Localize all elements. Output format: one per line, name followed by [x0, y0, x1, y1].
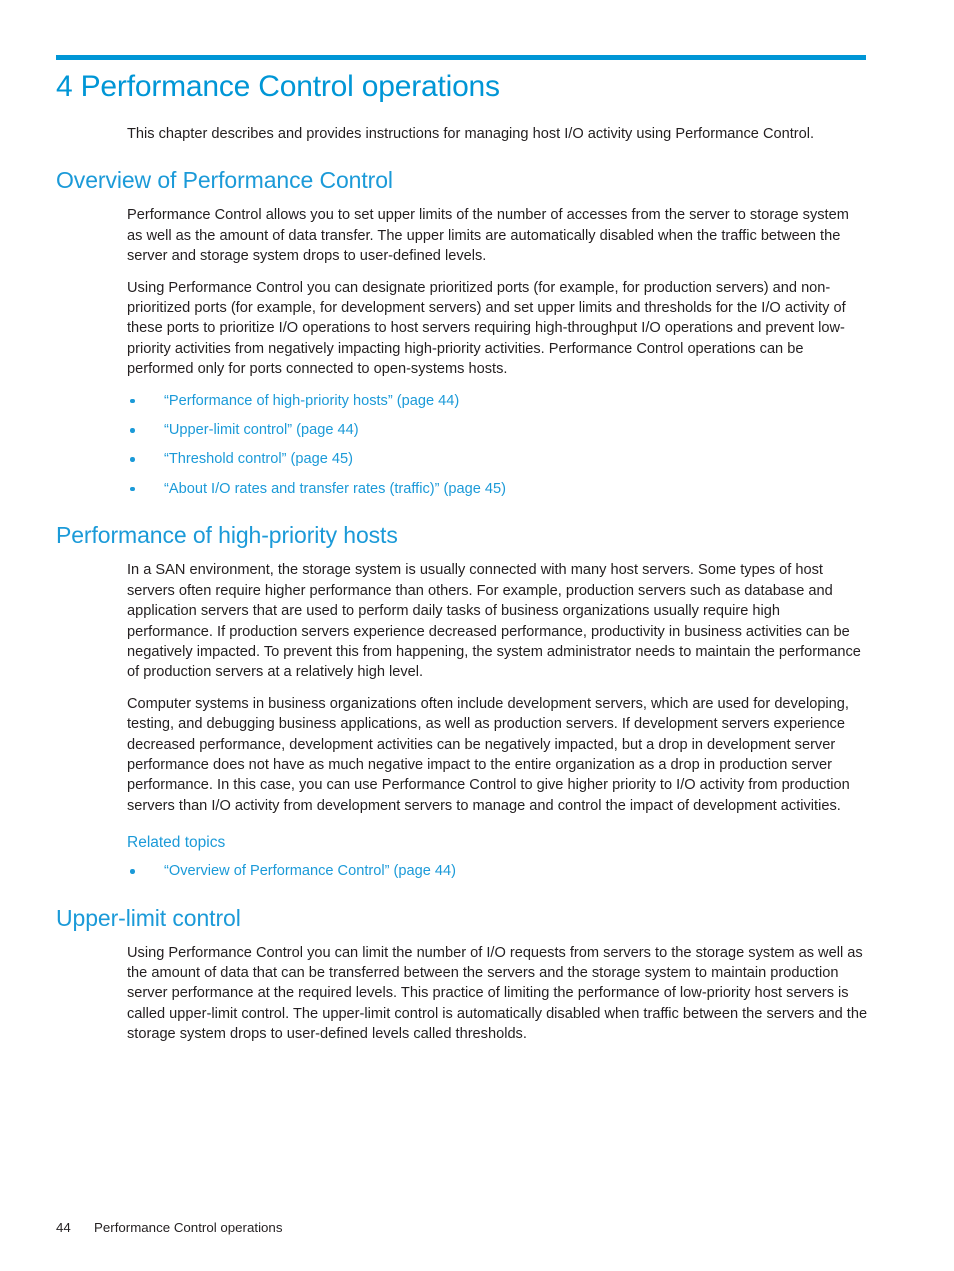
bullet-icon [130, 869, 135, 874]
list-item[interactable]: “About I/O rates and transfer rates (tra… [127, 479, 868, 499]
footer-page-number: 44 [56, 1220, 71, 1235]
list-item[interactable]: “Performance of high-priority hosts” (pa… [127, 391, 868, 411]
crossref-link[interactable]: “Performance of high-priority hosts” (pa… [164, 393, 459, 409]
page-footer: 44 Performance Control operations [56, 1219, 282, 1237]
intro-block: This chapter describes and provides inst… [127, 124, 868, 144]
section-heading-high-priority-hosts: Performance of high-priority hosts [56, 522, 398, 549]
high-priority-hosts-block: In a SAN environment, the storage system… [127, 560, 868, 881]
page-title: 4 Performance Control operations [56, 70, 500, 103]
header-rule [56, 55, 866, 60]
list-item[interactable]: “Upper-limit control” (page 44) [127, 420, 868, 440]
related-topics-heading: Related topics [127, 834, 226, 852]
document-page: 4 Performance Control operations This ch… [0, 0, 954, 1271]
overview-crossref-list: “Performance of high-priority hosts” (pa… [127, 391, 868, 500]
upper-limit-control-block: Using Performance Control you can limit … [127, 943, 868, 1045]
crossref-link[interactable]: “Upper-limit control” (page 44) [164, 422, 359, 438]
high-priority-paragraph-2: Computer systems in business organizatio… [127, 695, 850, 814]
list-item[interactable]: “Overview of Performance Control” (page … [127, 861, 868, 881]
list-item[interactable]: “Threshold control” (page 45) [127, 449, 868, 469]
crossref-link[interactable]: “Overview of Performance Control” (page … [164, 863, 456, 879]
crossref-link[interactable]: “About I/O rates and transfer rates (tra… [164, 481, 506, 497]
overview-paragraph-1: Performance Control allows you to set up… [127, 207, 849, 265]
footer-chapter-label: Performance Control operations [94, 1220, 283, 1235]
high-priority-paragraph-1: In a SAN environment, the storage system… [127, 562, 861, 681]
section-heading-upper-limit-control: Upper-limit control [56, 904, 241, 931]
intro-paragraph: This chapter describes and provides inst… [127, 126, 815, 142]
overview-paragraph-2: Using Performance Control you can design… [127, 279, 846, 378]
bullet-icon [130, 457, 135, 462]
overview-block: Performance Control allows you to set up… [127, 205, 868, 499]
related-topics-list: “Overview of Performance Control” (page … [127, 861, 868, 881]
section-heading-overview: Overview of Performance Control [56, 167, 393, 194]
crossref-link[interactable]: “Threshold control” (page 45) [164, 451, 353, 467]
bullet-icon [130, 486, 135, 492]
upper-limit-paragraph-1: Using Performance Control you can limit … [127, 944, 868, 1043]
bullet-icon [130, 428, 135, 433]
bullet-icon [130, 398, 135, 404]
page-content: 4 Performance Control operations This ch… [56, 68, 868, 1056]
